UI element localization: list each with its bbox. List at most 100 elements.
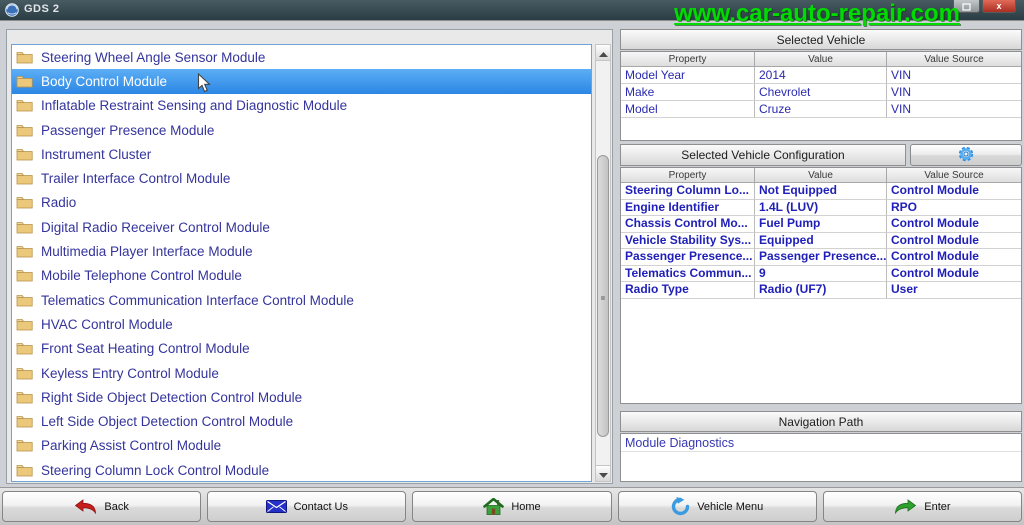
window-controls: x bbox=[953, 0, 1016, 13]
navigation-path-section: Navigation Path Module Diagnostics bbox=[620, 411, 1022, 482]
folder-icon bbox=[16, 464, 34, 477]
table-cell: Vehicle Stability Sys... bbox=[621, 232, 755, 249]
module-list-item[interactable]: Inflatable Restraint Sensing and Diagnos… bbox=[12, 94, 591, 118]
module-list-item-label: Mobile Telephone Control Module bbox=[41, 268, 242, 284]
table-row: Steering Column Lo... Not Equipped Control… bbox=[621, 183, 1021, 200]
module-list-item[interactable]: Multimedia Player Interface Module bbox=[12, 239, 591, 263]
folder-icon bbox=[16, 391, 34, 404]
module-list-item-label: Instrument Cluster bbox=[41, 146, 152, 162]
selected-vehicle-section: Selected Vehicle Property Value Value Sour… bbox=[620, 29, 1022, 141]
module-list-item[interactable]: Telematics Communication Interface Contr… bbox=[12, 288, 591, 312]
table-cell: 9 bbox=[755, 265, 887, 282]
mail-icon bbox=[265, 500, 287, 513]
table-cell: Equipped bbox=[755, 232, 887, 249]
scroll-down-button[interactable] bbox=[596, 465, 610, 481]
module-list-item-label: Body Control Module bbox=[41, 73, 168, 89]
navigation-path-list: Module Diagnostics bbox=[620, 433, 1022, 482]
table-row: Model Year 2014 VIN bbox=[621, 67, 1021, 84]
toolbar-button-label: Contact Us bbox=[293, 500, 349, 513]
module-list-item[interactable]: Front Seat Heating Control Module bbox=[12, 337, 591, 361]
contact-us-button[interactable]: Contact Us bbox=[207, 491, 407, 522]
column-header: Property bbox=[621, 52, 755, 67]
vehicle-menu-button[interactable]: Vehicle Menu bbox=[617, 491, 817, 522]
module-list-item[interactable]: Trailer Interface Control Module bbox=[12, 166, 591, 190]
module-list-item[interactable]: Digital Radio Receiver Control Module bbox=[12, 215, 591, 239]
window-title: GDS 2 bbox=[24, 3, 60, 15]
folder-icon bbox=[16, 172, 34, 185]
table-cell: Control Module bbox=[887, 233, 1021, 249]
folder-icon bbox=[16, 124, 34, 137]
folder-icon bbox=[16, 75, 34, 88]
column-header: Property bbox=[621, 168, 755, 183]
back-arrow-icon bbox=[74, 499, 97, 514]
module-list-item[interactable]: Right Side Object Detection Control Modu… bbox=[12, 385, 591, 409]
table-cell: Control Module bbox=[887, 216, 1021, 233]
folder-icon bbox=[16, 196, 34, 209]
scrollbar-thumb[interactable] bbox=[597, 155, 609, 437]
module-list-item[interactable]: Steering Wheel Angle Sensor Module bbox=[12, 45, 591, 69]
navigation-path-title: Navigation Path bbox=[620, 411, 1022, 432]
enter-arrow-icon bbox=[894, 499, 917, 514]
table-cell: User bbox=[887, 282, 1021, 299]
table-cell: VIN bbox=[887, 84, 1021, 101]
navigation-path-item[interactable]: Module Diagnostics bbox=[621, 434, 1021, 452]
module-list-scrollbar[interactable] bbox=[595, 44, 611, 482]
module-list-item[interactable]: Steering Column Lock Control Module bbox=[12, 458, 591, 481]
folder-icon bbox=[16, 294, 34, 307]
watermark-text: www.car-auto-repair.com bbox=[674, 0, 960, 27]
column-header: Value bbox=[755, 168, 887, 183]
home-button[interactable]: Home bbox=[412, 491, 612, 522]
folder-icon bbox=[16, 245, 34, 258]
table-row: Radio Type Radio (UF7) User bbox=[621, 282, 1021, 299]
vehicle-configuration-section: Selected Vehicle Configuration Property V… bbox=[620, 144, 1022, 406]
module-list-item[interactable]: Keyless Entry Control Module bbox=[12, 361, 591, 385]
close-button[interactable]: x bbox=[982, 0, 1016, 13]
column-header: Value Source bbox=[887, 168, 1021, 183]
table-cell: 1.4L (LUV) bbox=[755, 199, 887, 216]
module-list-item[interactable]: Parking Assist Control Module bbox=[12, 434, 591, 458]
module-list-item-label: Inflatable Restraint Sensing and Diagnos… bbox=[41, 98, 348, 114]
module-list-item[interactable]: Passenger Presence Module bbox=[12, 118, 591, 142]
module-list-item-label: Telematics Communication Interface Contr… bbox=[41, 292, 354, 308]
table-cell: Radio (UF7) bbox=[755, 282, 887, 299]
table-cell: Chassis Control Mo... bbox=[621, 216, 755, 233]
module-list-item-label: Passenger Presence Module bbox=[41, 122, 215, 138]
table-row: Passenger Presence... Passenger Presence.… bbox=[621, 249, 1021, 266]
selected-vehicle-title: Selected Vehicle bbox=[620, 29, 1022, 50]
module-list-item[interactable]: Body Control Module bbox=[12, 69, 591, 94]
module-list-item[interactable]: HVAC Control Module bbox=[12, 312, 591, 336]
table-cell: Fuel Pump bbox=[755, 216, 887, 233]
module-list-item-label: Steering Wheel Angle Sensor Module bbox=[41, 49, 266, 65]
module-list-item[interactable]: Radio bbox=[12, 191, 591, 215]
table-cell: Cruze bbox=[755, 101, 887, 118]
table-cell: Model bbox=[621, 101, 755, 118]
toolbar-button-label: Enter bbox=[924, 500, 951, 513]
table-row: Telematics Commun... 9 Control Module bbox=[621, 265, 1021, 282]
module-list-item-label: Steering Column Lock Control Module bbox=[41, 462, 270, 478]
folder-icon bbox=[16, 342, 34, 355]
gear-icon bbox=[954, 145, 978, 166]
module-list-item-label: Trailer Interface Control Module bbox=[41, 171, 231, 187]
module-list-item-label: Multimedia Player Interface Module bbox=[41, 244, 253, 260]
vehicle-configuration-title: Selected Vehicle Configuration bbox=[620, 144, 906, 166]
table-cell: Control Module bbox=[887, 266, 1021, 282]
main-area: Steering Wheel Angle Sensor Module Body C… bbox=[0, 20, 1024, 488]
folder-icon bbox=[16, 415, 34, 428]
folder-icon bbox=[16, 51, 34, 64]
configuration-refresh-button[interactable] bbox=[910, 144, 1022, 166]
table-cell: Engine Identifier bbox=[621, 199, 755, 216]
column-header: Value Source bbox=[887, 52, 1021, 67]
table-cell: Passenger Presence... bbox=[755, 249, 887, 266]
module-list-item-label: Radio bbox=[41, 195, 77, 211]
folder-icon bbox=[16, 269, 34, 282]
module-list-item[interactable]: Left Side Object Detection Control Modul… bbox=[12, 409, 591, 433]
scroll-up-button[interactable] bbox=[596, 45, 610, 61]
table-cell: RPO bbox=[887, 200, 1021, 216]
module-list-item[interactable]: Mobile Telephone Control Module bbox=[12, 264, 591, 288]
vehicle-configuration-table: Property Value Value Source Steering Column… bbox=[620, 167, 1022, 404]
module-list-item[interactable]: Instrument Cluster bbox=[12, 142, 591, 166]
table-row: Vehicle Stability Sys... Equipped Control … bbox=[621, 232, 1021, 249]
vehicle-menu-icon bbox=[671, 497, 690, 516]
back-button[interactable]: Back bbox=[2, 491, 202, 522]
enter-button[interactable]: Enter bbox=[822, 491, 1023, 522]
